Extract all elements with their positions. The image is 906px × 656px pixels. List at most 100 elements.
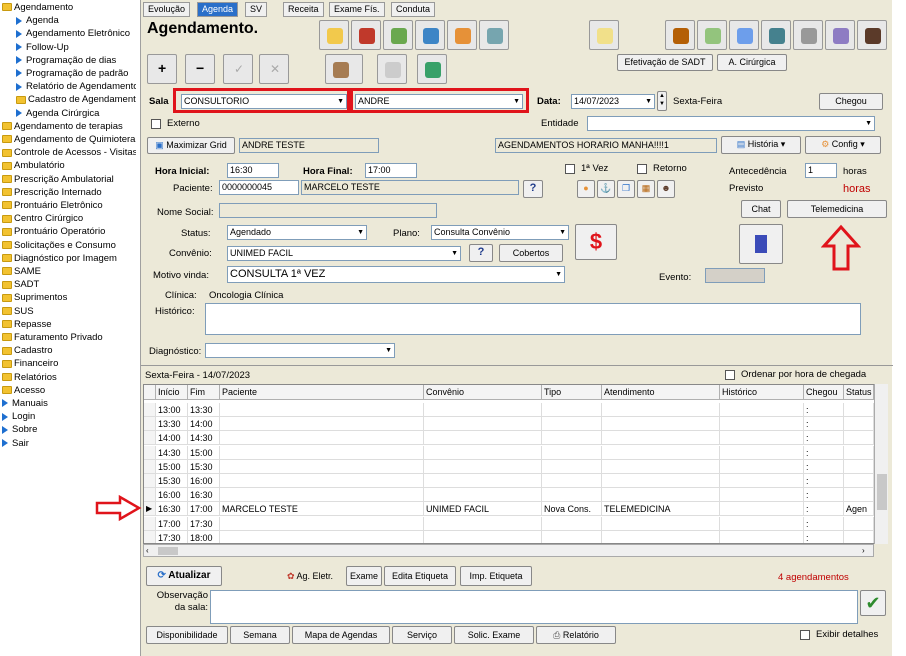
table-row[interactable]: 13:00 13:30:: [144, 403, 874, 417]
tree-item-9[interactable]: Agendamento de terapias: [2, 120, 136, 133]
grid-header-0[interactable]: Início: [156, 385, 188, 400]
imp-etiqueta-button[interactable]: Imp. Etiqueta: [460, 566, 532, 586]
tree-item-6[interactable]: Relatório de Agendamento: [16, 80, 136, 93]
person-photo-icon[interactable]: ☻: [657, 180, 675, 198]
minus-button[interactable]: −: [185, 54, 215, 84]
report-icon[interactable]: [377, 54, 407, 84]
convenio-help-button[interactable]: ?: [469, 244, 493, 262]
tab-5[interactable]: Conduta: [391, 2, 436, 17]
exibir-detalhes-checkbox[interactable]: [800, 630, 810, 640]
table-row[interactable]: 13:30 14:00:: [144, 417, 874, 432]
mail-icon[interactable]: [319, 20, 349, 50]
archive-box-icon[interactable]: [325, 54, 363, 84]
exit-door-icon[interactable]: [825, 20, 855, 50]
tree-item-27[interactable]: Financeiro: [2, 357, 136, 370]
tree-item-15[interactable]: Prontuário Eletrônico: [2, 199, 136, 212]
observacao-textarea[interactable]: [210, 590, 858, 624]
retorno-checkbox[interactable]: [637, 164, 647, 174]
tree-item-7[interactable]: Cadastro de Agendamento: [16, 93, 136, 106]
tab-3[interactable]: Receita: [283, 2, 324, 17]
maximizar-grid-button[interactable]: ▣ Maximizar Grid: [147, 137, 235, 154]
dollar-button[interactable]: $: [575, 224, 617, 260]
ag-eletr-button[interactable]: ✿ Ag. Eletr.: [276, 566, 344, 586]
tab-2[interactable]: SV: [245, 2, 268, 17]
tree-item-1[interactable]: Agenda: [16, 14, 136, 27]
primeira-vez-checkbox[interactable]: [565, 164, 575, 174]
table-row[interactable]: 15:30 16:00:: [144, 474, 874, 488]
tree-item-14[interactable]: Prescrição Internado: [2, 186, 136, 199]
exame-tab[interactable]: Exame: [346, 566, 382, 586]
bottom-tab-5[interactable]: ⎙ Relatório: [536, 626, 616, 644]
hora-final-input[interactable]: 17:00: [365, 163, 417, 178]
plus-button[interactable]: +: [147, 54, 177, 84]
status-select[interactable]: Agendado: [227, 225, 367, 240]
tree-item-20[interactable]: SAME: [2, 265, 136, 278]
efetivacao-sadt-button[interactable]: Efetivação de SADT: [617, 54, 713, 71]
bottom-tab-1[interactable]: Semana: [230, 626, 290, 644]
grid-header-1[interactable]: Fim: [188, 385, 220, 400]
printer-icon[interactable]: [793, 20, 823, 50]
tree-item-8[interactable]: Agenda Cirúrgica: [16, 107, 136, 120]
bottom-tab-3[interactable]: Serviço: [392, 626, 452, 644]
tree-item-19[interactable]: Diagnóstico por Imagem: [2, 252, 136, 265]
table-row[interactable]: 15:00 15:30:: [144, 459, 874, 474]
convenio-select[interactable]: UNIMED FACIL: [227, 246, 461, 261]
cancel-button[interactable]: ✕: [259, 54, 289, 84]
tab-1[interactable]: Agenda: [197, 2, 239, 17]
tree-item-10[interactable]: Agendamento de Quimioterapia: [2, 133, 136, 146]
chat-button[interactable]: Chat: [741, 200, 781, 218]
externo-checkbox[interactable]: [151, 119, 161, 129]
scroll-right-icon[interactable]: ›: [862, 545, 865, 557]
historia-button[interactable]: ▤ História ▾: [721, 136, 801, 154]
atualizar-button[interactable]: ⟳ Atualizar: [146, 566, 222, 586]
date-picker[interactable]: 14/07/2023: [571, 94, 655, 109]
cobertos-button[interactable]: Cobertos: [499, 244, 563, 262]
calendar-icon[interactable]: [729, 20, 759, 50]
confirm-button[interactable]: ✓: [223, 54, 253, 84]
gift-icon[interactable]: [351, 20, 381, 50]
entidade-select[interactable]: [587, 116, 875, 131]
date-spinner[interactable]: ▲ ▼: [657, 91, 667, 111]
vscroll-thumb[interactable]: [877, 474, 887, 510]
door-icon[interactable]: [739, 224, 783, 264]
grid-header-3[interactable]: Convênio: [424, 385, 542, 400]
tree-item-24[interactable]: Repasse: [2, 318, 136, 331]
tree-item-5[interactable]: Programação de padrão: [16, 67, 136, 80]
calendar-globe-icon[interactable]: [761, 20, 791, 50]
tree-item-12[interactable]: Ambulatório: [2, 159, 136, 172]
tree-item-16[interactable]: Centro Cirúrgico: [2, 212, 136, 225]
tree-item-25[interactable]: Faturamento Privado: [2, 331, 136, 344]
grid-header-6[interactable]: Histórico: [720, 385, 804, 400]
horizontal-scrollbar[interactable]: ‹ ›: [143, 544, 874, 557]
hora-inicial-input[interactable]: 16:30: [227, 163, 279, 178]
agenda-grid[interactable]: Início Fim Paciente Convênio Tipo Atendimento…: [143, 384, 888, 544]
tree-item-30[interactable]: Manuais: [2, 397, 136, 410]
tree-item-23[interactable]: SUS: [2, 305, 136, 318]
ordenar-checkbox[interactable]: [725, 370, 735, 380]
tree-item-4[interactable]: Programação de dias: [16, 54, 136, 67]
tree-item-18[interactable]: Solicitações e Consumo: [2, 239, 136, 252]
person-door-icon[interactable]: [857, 20, 887, 50]
user-icon[interactable]: ●: [577, 180, 595, 198]
person-icon[interactable]: [447, 20, 477, 50]
scroll-left-icon[interactable]: ‹: [146, 545, 149, 557]
documents-icon[interactable]: [383, 20, 413, 50]
save-check-button[interactable]: ✔: [860, 590, 886, 616]
table-row[interactable]: 17:00 17:30:: [144, 516, 874, 531]
edita-etiqueta-button[interactable]: Edita Etiqueta: [384, 566, 456, 586]
table-row[interactable]: 14:00 14:30:: [144, 431, 874, 446]
config-button[interactable]: ⚙ Config ▾: [805, 136, 881, 154]
bottom-tab-2[interactable]: Mapa de Agendas: [292, 626, 390, 644]
grid-header-5[interactable]: Atendimento: [602, 385, 720, 400]
tree-item-33[interactable]: Sair: [2, 437, 136, 450]
bottom-tab-0[interactable]: Disponibilidade: [146, 626, 228, 644]
motivo-vinda-select[interactable]: CONSULTA 1ª VEZ: [227, 266, 565, 283]
tree-item-0[interactable]: Agendamento: [2, 1, 136, 14]
tree-item-22[interactable]: Suprimentos: [2, 291, 136, 304]
users-icon[interactable]: [415, 20, 445, 50]
grid-header-7[interactable]: Chegou: [804, 385, 844, 400]
grid-header-2[interactable]: Paciente: [220, 385, 424, 400]
notepad-icon[interactable]: [589, 20, 619, 50]
tree-item-28[interactable]: Relatórios: [2, 371, 136, 384]
table-row[interactable]: 17:30 18:00:: [144, 530, 874, 543]
